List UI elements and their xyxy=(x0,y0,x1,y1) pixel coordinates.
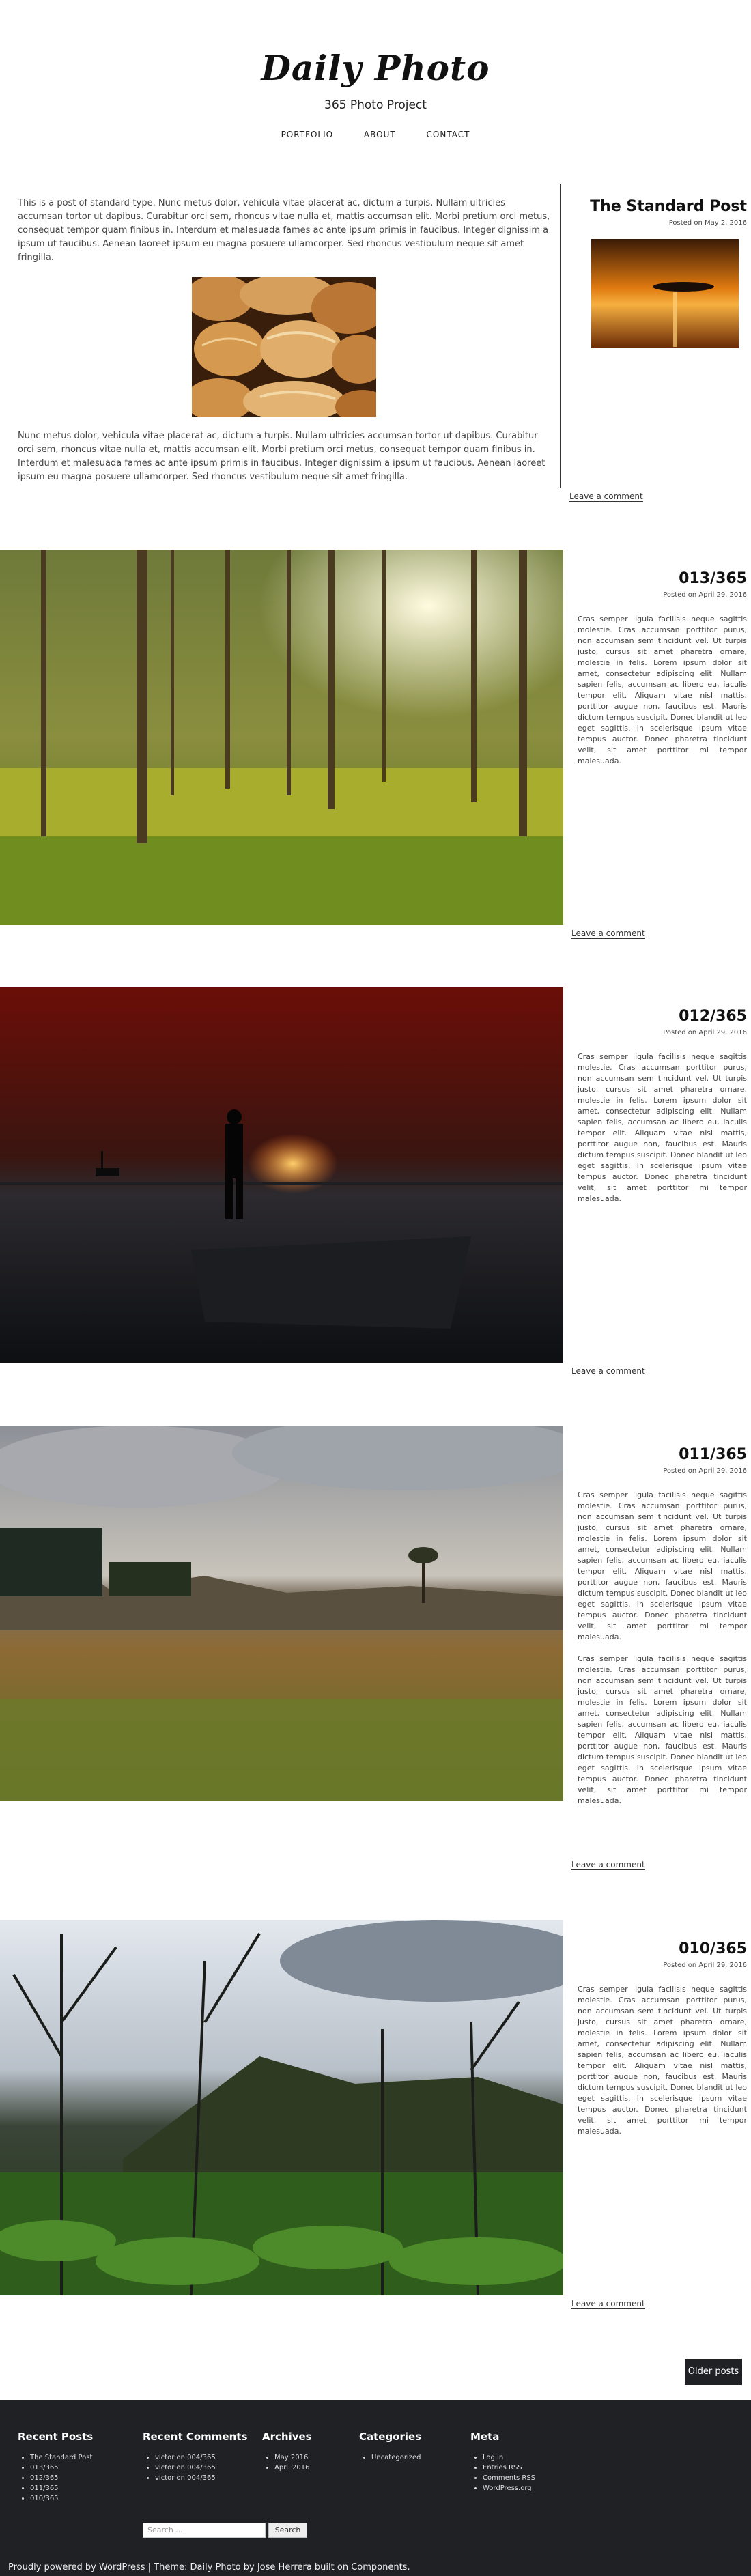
widget-title: Meta xyxy=(470,2431,500,2443)
post-standard: This is a post of standard-type. Nunc me… xyxy=(0,178,751,512)
post-date[interactable]: Posted on May 2, 2016 xyxy=(578,219,747,227)
post-aside: 013/365 Posted on April 29, 2016 Cras se… xyxy=(578,570,747,767)
leave-comment-link[interactable]: Leave a comment xyxy=(571,1860,645,1870)
post-content: Cras semper ligula facilisis neque sagit… xyxy=(578,1984,747,2137)
widget-title: Archives xyxy=(262,2431,312,2443)
site-footer: Recent Posts The Standard Post 013/365 0… xyxy=(0,2400,751,2576)
post-date[interactable]: Posted on April 29, 2016 xyxy=(578,1962,747,1969)
post-title[interactable]: 013/365 xyxy=(578,570,747,587)
post-010: 010/365 Posted on April 29, 2016 Cras se… xyxy=(0,1920,751,2316)
list-item[interactable]: 012/365 xyxy=(30,2473,93,2483)
post-paragraph: Nunc metus dolor, vehicula vitae placera… xyxy=(18,431,545,482)
post-title[interactable]: 011/365 xyxy=(578,1446,747,1463)
list-item[interactable]: Uncategorized xyxy=(371,2452,421,2463)
leave-comment-link[interactable]: Leave a comment xyxy=(571,929,645,939)
post-paragraph: Cras semper ligula facilisis neque sagit… xyxy=(578,1490,747,1641)
post-aside: The Standard Post Posted on May 2, 2016 xyxy=(578,198,747,348)
older-posts-button[interactable]: Older posts xyxy=(685,2359,742,2385)
post-paragraph: Cras semper ligula facilisis neque sagit… xyxy=(578,1654,747,1805)
post-content: Cras semper ligula facilisis neque sagit… xyxy=(578,1490,747,1807)
site-title[interactable]: Daily Photo xyxy=(0,48,751,88)
post-title[interactable]: 010/365 xyxy=(578,1940,747,1957)
widget-title: Recent Comments xyxy=(143,2431,248,2443)
site-header: Daily Photo 365 Photo Project PORTFOLIO … xyxy=(0,0,751,164)
widget-recent-posts: Recent Posts The Standard Post 013/365 0… xyxy=(18,2431,93,2504)
list-item[interactable]: Entries RSS xyxy=(483,2463,535,2473)
post-paragraph: Cras semper ligula facilisis neque sagit… xyxy=(578,1985,747,2136)
post-content: Cras semper ligula facilisis neque sagit… xyxy=(578,614,747,767)
widget-meta: Meta Log in Entries RSS Comments RSS Wor… xyxy=(470,2431,535,2493)
post-divider xyxy=(560,184,561,488)
search-input[interactable]: Search ... xyxy=(143,2523,266,2538)
widget-title: Recent Posts xyxy=(18,2431,94,2443)
list-item[interactable]: victor on 004/365 xyxy=(155,2452,247,2463)
list-item[interactable]: April 2016 xyxy=(274,2463,312,2473)
post-aside: 011/365 Posted on April 29, 2016 Cras se… xyxy=(578,1446,747,1807)
post-paragraph: Cras semper ligula facilisis neque sagit… xyxy=(578,1052,747,1203)
widget-recent-comments: Recent Comments victor on 004/365 victor… xyxy=(143,2431,247,2483)
post-date[interactable]: Posted on April 29, 2016 xyxy=(578,591,747,599)
post-title[interactable]: The Standard Post xyxy=(578,198,747,215)
leave-comment-link[interactable]: Leave a comment xyxy=(571,1366,645,1376)
meadow-photo xyxy=(0,1415,587,1801)
post-aside: 010/365 Posted on April 29, 2016 Cras se… xyxy=(578,1940,747,2137)
post-date[interactable]: Posted on April 29, 2016 xyxy=(578,1029,747,1036)
footer-credits: Proudly powered by WordPress | Theme: Da… xyxy=(8,2562,410,2573)
widget-archives: Archives May 2016 April 2016 xyxy=(262,2431,312,2473)
main-navigation: PORTFOLIO ABOUT CONTACT xyxy=(0,130,751,139)
post-paragraph: This is a post of standard-type. Nunc me… xyxy=(18,198,550,263)
nav-item-contact[interactable]: CONTACT xyxy=(427,130,470,139)
widget-title: Categories xyxy=(359,2431,422,2443)
post-012: 012/365 Posted on April 29, 2016 Cras se… xyxy=(0,987,751,1383)
list-item[interactable]: Log in xyxy=(483,2452,535,2463)
list-item[interactable]: 013/365 xyxy=(30,2463,93,2473)
leave-comment-link[interactable]: Leave a comment xyxy=(569,492,643,502)
list-item[interactable]: The Standard Post xyxy=(30,2452,93,2463)
sunset-thumbnail xyxy=(591,239,739,348)
site-description: 365 Photo Project xyxy=(324,98,427,112)
forest-photo xyxy=(0,550,563,925)
ferns-photo xyxy=(0,1920,594,2296)
nav-item-about[interactable]: ABOUT xyxy=(364,130,396,139)
lake-silhouette-photo xyxy=(0,987,563,1363)
post-content: This is a post of standard-type. Nunc me… xyxy=(18,197,550,484)
post-date[interactable]: Posted on April 29, 2016 xyxy=(578,1467,747,1475)
list-item[interactable]: WordPress.org xyxy=(483,2483,535,2493)
post-aside: 012/365 Posted on April 29, 2016 Cras se… xyxy=(578,1008,747,1204)
widget-categories: Categories Uncategorized xyxy=(359,2431,421,2463)
list-item[interactable]: 010/365 xyxy=(30,2493,93,2504)
list-item[interactable]: victor on 004/365 xyxy=(155,2473,247,2483)
leave-comment-link[interactable]: Leave a comment xyxy=(571,2299,645,2309)
post-013: 013/365 Posted on April 29, 2016 Cras se… xyxy=(0,550,751,946)
list-item[interactable]: Comments RSS xyxy=(483,2473,535,2483)
list-item[interactable]: 011/365 xyxy=(30,2483,93,2493)
bread-photo xyxy=(185,274,390,424)
post-paragraph: Cras semper ligula facilisis neque sagit… xyxy=(578,614,747,765)
list-item[interactable]: victor on 004/365 xyxy=(155,2463,247,2473)
post-content: Cras semper ligula facilisis neque sagit… xyxy=(578,1051,747,1204)
search-button[interactable]: Search xyxy=(268,2523,307,2538)
nav-item-portfolio[interactable]: PORTFOLIO xyxy=(281,130,334,139)
post-title[interactable]: 012/365 xyxy=(578,1008,747,1025)
list-item[interactable]: May 2016 xyxy=(274,2452,312,2463)
post-011: 011/365 Posted on April 29, 2016 Cras se… xyxy=(0,1415,751,1876)
